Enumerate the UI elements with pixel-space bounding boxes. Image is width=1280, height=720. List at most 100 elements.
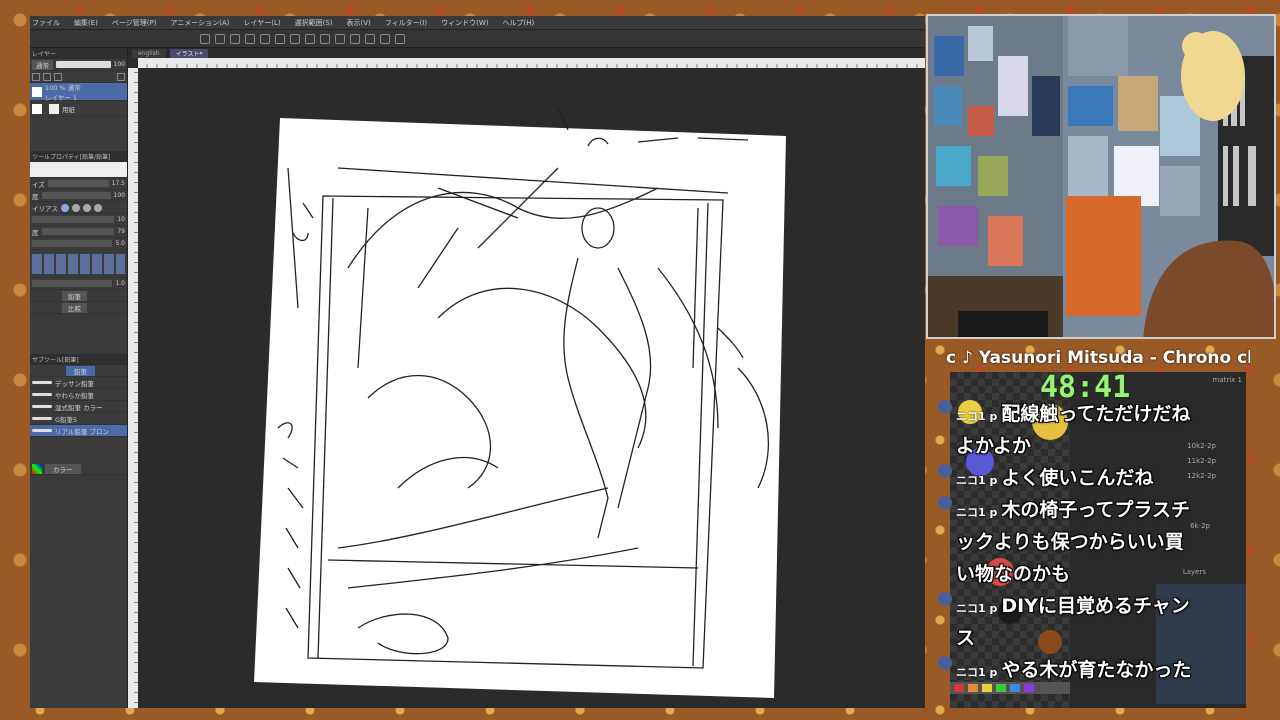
stroke-preview-icon: [32, 393, 52, 396]
layer-thumb: [32, 86, 42, 97]
texture-swatches[interactable]: [32, 253, 125, 274]
hardness-slider[interactable]: [41, 228, 115, 235]
lock-icon[interactable]: [32, 72, 40, 81]
color-wheel-icon[interactable]: [32, 463, 42, 474]
clip-icon[interactable]: [43, 72, 51, 81]
hardness-row[interactable]: 度 79: [30, 226, 127, 238]
blend-mode-row[interactable]: 通常 100: [30, 59, 127, 71]
aa-none-icon[interactable]: [61, 203, 69, 212]
blend-row[interactable]: 比較: [30, 302, 127, 314]
subtool-item[interactable]: やわらか鉛筆: [30, 389, 127, 401]
menu-item[interactable]: ページ管理(P): [112, 18, 157, 28]
subtool-label: やわらか鉛筆: [55, 391, 94, 400]
texture-grid[interactable]: [30, 250, 127, 278]
pencil-button[interactable]: 鉛筆: [62, 290, 87, 301]
horizontal-ruler: [138, 58, 925, 68]
transform-icon[interactable]: [320, 33, 330, 44]
menu-item[interactable]: フィルター(I): [385, 18, 427, 28]
brush-icon[interactable]: [380, 33, 390, 44]
subtool-label: リアル鉛筆 ブロン: [55, 427, 110, 436]
aa-weak-icon[interactable]: [72, 203, 80, 212]
color-row[interactable]: カラー: [30, 463, 127, 475]
blend-mode-select[interactable]: 通常: [32, 59, 53, 70]
layer-name: レイヤー 1: [45, 93, 78, 102]
deselect-icon[interactable]: [350, 33, 360, 44]
flow-row[interactable]: 1.0: [30, 278, 127, 290]
redo-icon[interactable]: [275, 33, 285, 44]
aa-strong-icon[interactable]: [94, 203, 102, 212]
menu-item[interactable]: ファイル: [32, 18, 60, 28]
user-badge-icon: [938, 464, 952, 478]
user-badge-icon: [938, 496, 952, 510]
canvas-paper: [254, 118, 786, 698]
flow-value: 1.0: [115, 280, 125, 287]
fill-icon[interactable]: [305, 33, 315, 44]
density-slider[interactable]: [41, 192, 111, 199]
layer-item-1[interactable]: 100 % 通常 レイヤー 1: [30, 83, 127, 102]
menu-item[interactable]: 選択範囲(S): [295, 18, 333, 28]
paper-color: [49, 103, 59, 114]
document-tab[interactable]: イラスト*: [169, 48, 209, 58]
stroke-preview-icon: [32, 405, 52, 408]
user-badge-icon: [938, 400, 952, 414]
menu-item[interactable]: ウィンドウ(W): [441, 18, 488, 28]
brush-shape-row[interactable]: 5.0: [30, 238, 127, 250]
user-badge-icon: [938, 656, 952, 670]
canvas-area[interactable]: [138, 68, 925, 708]
opacity-value: 100: [113, 61, 125, 68]
open-icon[interactable]: [215, 33, 225, 44]
subtool-item[interactable]: リアル鉛筆 ブロン: [30, 425, 127, 437]
antialias-label: イリアス: [32, 204, 58, 213]
subtool-tab-label[interactable]: 鉛筆: [66, 365, 95, 376]
undo-icon[interactable]: [260, 33, 270, 44]
subtool-space: [30, 437, 127, 463]
chat-message: よかよか: [938, 430, 1248, 462]
export-icon[interactable]: [245, 33, 255, 44]
color-select[interactable]: カラー: [45, 463, 81, 474]
subtool-item[interactable]: デッサン鉛筆: [30, 377, 127, 389]
delete-layer-icon[interactable]: [117, 72, 125, 81]
chat-overlay: ニコ1 p 配線触ってただけだね よかよか ニコ1 p よく使いこんだね ニコ1 p 木の椅…: [938, 398, 1248, 686]
chat-text: DIYに目覚めるチャン: [1001, 595, 1190, 617]
chat-message: ニコ1 p 配線触ってただけだね: [938, 398, 1248, 430]
density-label: 度: [32, 192, 39, 201]
brush-shape-slider[interactable]: [32, 240, 113, 247]
brush-size-row[interactable]: イズ 17.5: [30, 178, 127, 190]
opacity-slider[interactable]: [56, 61, 111, 68]
sketch-canvas[interactable]: [138, 68, 925, 708]
chat-text: 木の椅子ってプラスチ: [1001, 499, 1191, 521]
new-icon[interactable]: [200, 33, 210, 44]
menu-item[interactable]: アニメーション(A): [170, 18, 229, 28]
chat-text: い物なのかも: [956, 563, 1071, 585]
subtool-label: G鉛筆5: [55, 415, 78, 424]
vertical-ruler: [128, 68, 138, 708]
blend-select[interactable]: 比較: [62, 302, 87, 313]
stabilizer-slider[interactable]: [32, 216, 115, 223]
brush-size-slider[interactable]: [47, 180, 109, 187]
document-tab[interactable]: english: [132, 48, 166, 58]
menu-item[interactable]: ヘルプ(H): [503, 18, 535, 28]
tool-property-header: ツールプロパティ[鉛筆/鉛筆]: [30, 151, 127, 162]
menu-item[interactable]: 編集(E): [74, 18, 98, 28]
density-row[interactable]: 度 100: [30, 190, 127, 202]
menu-item[interactable]: レイヤー(L): [243, 18, 280, 28]
clear-icon[interactable]: [290, 33, 300, 44]
antialias-row[interactable]: イリアス: [30, 202, 127, 214]
brush-size-label: イズ: [32, 180, 45, 189]
layer-item-paper[interactable]: 用紙: [30, 101, 127, 117]
flow-slider[interactable]: [32, 280, 113, 287]
invert-icon[interactable]: [365, 33, 375, 44]
save-icon[interactable]: [230, 33, 240, 44]
aa-mid-icon[interactable]: [83, 203, 91, 212]
menu-item[interactable]: 表示(V): [346, 18, 370, 28]
subtool-item[interactable]: G鉛筆5: [30, 413, 127, 425]
ref-icon[interactable]: [54, 72, 62, 81]
stabilizer-row[interactable]: 10: [30, 214, 127, 226]
right-panel-item: matrix 1: [1212, 376, 1243, 384]
paper-thumb: [32, 103, 42, 114]
crop-icon[interactable]: [335, 33, 345, 44]
settings-icon[interactable]: [395, 33, 405, 44]
pencil-row[interactable]: 鉛筆: [30, 290, 127, 302]
subtool-item[interactable]: 湿式鉛筆 カラー: [30, 401, 127, 413]
command-toolbar: [30, 30, 925, 48]
